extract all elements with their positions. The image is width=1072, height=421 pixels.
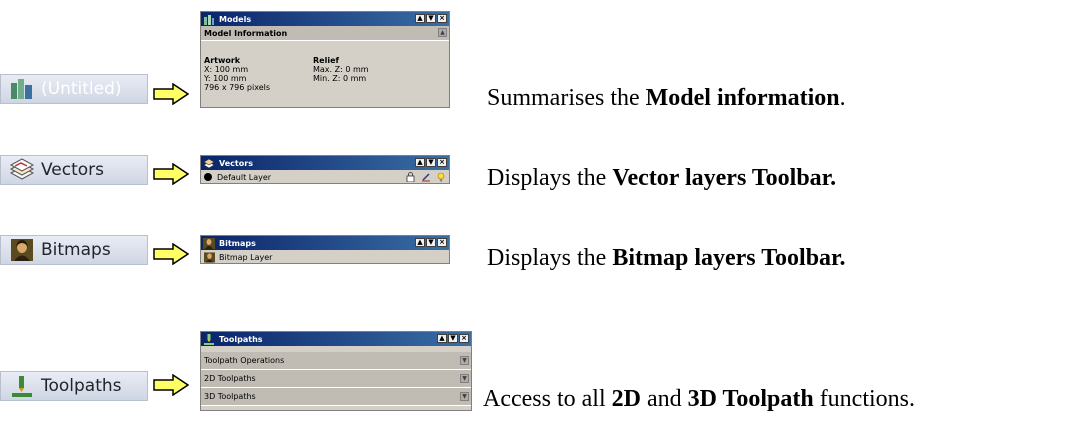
artwork-block: Artwork X: 100 mm Y: 100 mm 796 x 796 pi… <box>204 56 270 92</box>
model-info-body: Artwork X: 100 mm Y: 100 mm 796 x 796 pi… <box>201 41 449 107</box>
section-header[interactable]: Model Information ▲ <box>201 26 449 41</box>
desc-text: Access to all <box>483 386 612 412</box>
right-arrow-icon <box>153 374 189 396</box>
pin-button[interactable]: ▲ <box>437 334 447 343</box>
pin-button[interactable]: ▲ <box>415 238 425 247</box>
close-button[interactable]: × <box>459 334 469 343</box>
right-arrow-icon <box>153 83 189 105</box>
section-label: 3D Toolpaths <box>204 392 256 401</box>
expand-button[interactable]: ▼ <box>460 392 469 401</box>
panel-title: Toolpaths <box>219 334 263 344</box>
layer-row[interactable]: Bitmap Layer <box>201 250 449 265</box>
close-button[interactable]: × <box>437 14 447 23</box>
window-controls: ▲ ▼ × <box>415 14 447 23</box>
layer-name: Default Layer <box>217 172 272 182</box>
desc-text: Displays the <box>487 245 613 271</box>
portrait-icon <box>9 238 35 262</box>
bitmaps-panel: Bitmaps ▲ ▼ × Bitmap Layer <box>200 235 450 265</box>
lock-icon[interactable] <box>406 172 415 182</box>
window-controls: ▲ ▼ × <box>415 238 447 247</box>
portrait-icon <box>203 237 215 249</box>
dropdown-button[interactable]: ▼ <box>426 14 436 23</box>
desc-bold: 3D Toolpath <box>687 386 814 412</box>
desc-text: Displays the <box>487 165 613 191</box>
toolpath-section[interactable]: Toolpath Operations ▼ <box>201 352 471 370</box>
bitmaps-tab[interactable]: Bitmaps <box>0 235 148 265</box>
vectors-tab-label: Vectors <box>41 160 105 180</box>
models-tab[interactable]: (Untitled) <box>0 74 148 104</box>
desc-bold: Vector layers Toolbar. <box>612 165 837 191</box>
relief-block: Relief Max. Z: 0 mm Min. Z: 0 mm <box>313 56 369 83</box>
models-icon <box>9 77 35 101</box>
panel-title-bar: Models ▲ ▼ × <box>201 12 449 26</box>
toolpath-section[interactable]: 2D Toolpaths ▼ <box>201 370 471 388</box>
right-arrow-icon <box>153 163 189 185</box>
toolpath-icon <box>203 333 215 345</box>
pin-button[interactable]: ▲ <box>415 158 425 167</box>
close-button[interactable]: × <box>437 158 447 167</box>
collapse-button[interactable]: ▲ <box>438 28 447 37</box>
desc-bold: 2D <box>611 386 641 412</box>
panel-title-bar: Toolpaths ▲ ▼ × <box>201 332 471 346</box>
vectors-panel: Vectors ▲ ▼ × Default Layer <box>200 155 450 185</box>
vectors-tab[interactable]: Vectors <box>0 155 148 185</box>
desc-text: Summarises the <box>487 85 646 111</box>
layer-row[interactable]: Default Layer <box>201 170 449 185</box>
desc-bold: Bitmap layers Toolbar. <box>612 245 846 271</box>
models-panel: Models ▲ ▼ × Model Information ▲ Artwork… <box>200 11 450 108</box>
desc-text: and <box>640 386 688 412</box>
vectors-description: Displays the Vector layers Toolbar. <box>487 165 836 192</box>
artwork-line: Y: 100 mm <box>204 74 247 83</box>
toolpath-section[interactable]: 3D Toolpaths ▼ <box>201 388 471 406</box>
expand-button[interactable]: ▼ <box>460 356 469 365</box>
window-controls: ▲ ▼ × <box>437 334 469 343</box>
toolpaths-panel: Toolpaths ▲ ▼ × Toolpath Operations ▼ 2D… <box>200 331 472 411</box>
layers-icon <box>203 158 215 169</box>
models-tab-label: (Untitled) <box>41 79 122 99</box>
layers-icon <box>9 158 35 182</box>
models-icon <box>203 14 215 25</box>
portrait-icon <box>204 251 215 263</box>
artwork-line: 796 x 796 pixels <box>204 83 271 92</box>
window-controls: ▲ ▼ × <box>415 158 447 167</box>
desc-text: . <box>839 85 846 111</box>
close-button[interactable]: × <box>437 238 447 247</box>
artwork-heading: Artwork <box>204 56 241 65</box>
pin-button[interactable]: ▲ <box>415 14 425 23</box>
panel-title-bar: Vectors ▲ ▼ × <box>201 156 449 170</box>
artwork-line: X: 100 mm <box>204 65 249 74</box>
panel-title: Vectors <box>219 158 253 168</box>
toolpaths-tab[interactable]: Toolpaths <box>0 371 148 401</box>
section-label: Toolpath Operations <box>204 356 285 365</box>
panel-title: Models <box>219 14 252 24</box>
layer-tools <box>406 172 445 182</box>
pencil-icon[interactable] <box>421 172 431 182</box>
panel-title-bar: Bitmaps ▲ ▼ × <box>201 236 449 250</box>
toolpaths-tab-label: Toolpaths <box>41 376 122 396</box>
bitmaps-description: Displays the Bitmap layers Toolbar. <box>487 245 845 272</box>
dropdown-button[interactable]: ▼ <box>426 238 436 247</box>
lightbulb-icon[interactable] <box>437 172 445 182</box>
relief-line: Max. Z: 0 mm <box>313 65 369 74</box>
section-label: Model Information <box>204 28 288 38</box>
right-arrow-icon <box>153 243 189 265</box>
panel-title: Bitmaps <box>219 238 256 248</box>
models-description: Summarises the Model information. <box>487 85 846 112</box>
relief-line: Min. Z: 0 mm <box>313 74 367 83</box>
section-label: 2D Toolpaths <box>204 374 256 383</box>
dropdown-button[interactable]: ▼ <box>448 334 458 343</box>
bitmaps-tab-label: Bitmaps <box>41 240 111 260</box>
relief-heading: Relief <box>313 56 339 65</box>
active-layer-dot-icon <box>204 173 212 181</box>
toolpath-icon <box>9 374 35 398</box>
toolpaths-description: Access to all 2D and 3D Toolpath functio… <box>483 386 915 413</box>
dropdown-button[interactable]: ▼ <box>426 158 436 167</box>
desc-bold: Model information <box>645 85 840 111</box>
desc-text: functions. <box>813 386 916 412</box>
layer-name: Bitmap Layer <box>219 252 273 262</box>
expand-button[interactable]: ▼ <box>460 374 469 383</box>
